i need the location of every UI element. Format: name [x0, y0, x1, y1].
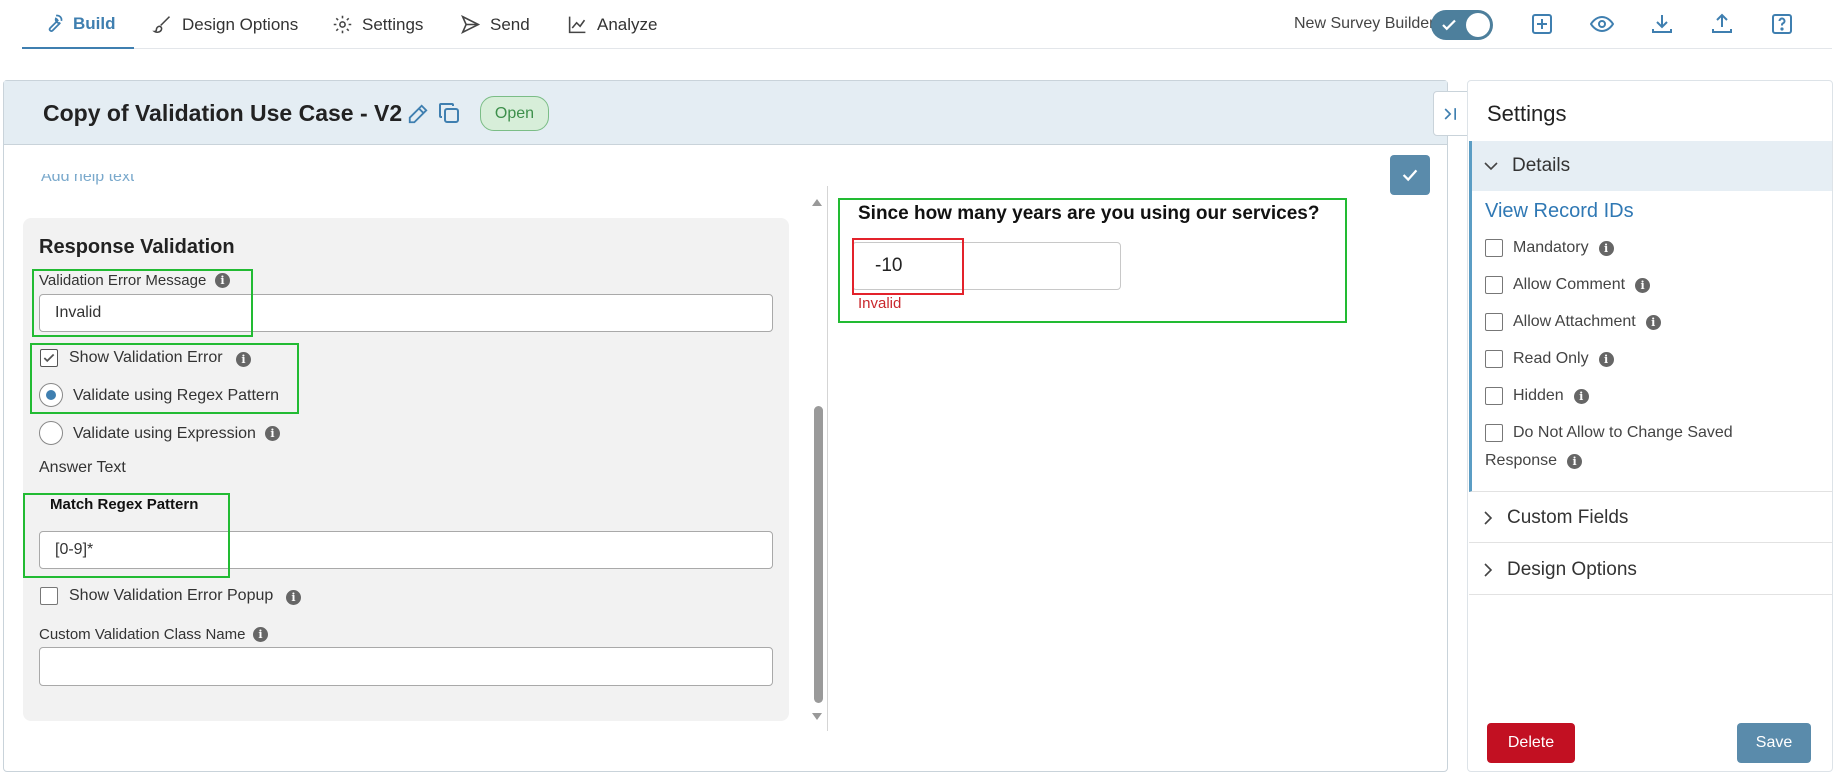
- custom-fields-accordion[interactable]: Custom Fields: [1469, 492, 1832, 543]
- highlight-box: [30, 343, 299, 414]
- option-hidden[interactable]: Hidden i: [1485, 387, 1589, 405]
- expression-option-label: Validate using Expression: [73, 425, 256, 442]
- tab-settings[interactable]: Settings: [332, 0, 423, 49]
- info-icon: i: [1635, 277, 1651, 293]
- option-do-not-allow-change[interactable]: Do Not Allow to Change Saved: [1485, 424, 1733, 442]
- chart-line-icon: [568, 16, 586, 34]
- tab-build-label: Build: [73, 13, 116, 33]
- answer-text-label: Answer Text: [39, 459, 126, 476]
- design-options-label: Design Options: [1507, 559, 1637, 580]
- details-accordion-header[interactable]: Details: [1469, 141, 1832, 191]
- check-icon: [1402, 169, 1418, 182]
- do-not-allow-change-checkbox[interactable]: [1485, 424, 1503, 442]
- info-icon: i: [1598, 240, 1614, 256]
- show-popup-label: Show Validation Error Popup: [69, 587, 274, 604]
- download-icon[interactable]: [1650, 12, 1674, 36]
- tab-send-label: Send: [490, 14, 530, 34]
- info-icon: i: [1598, 351, 1614, 367]
- option-allow-attachment[interactable]: Allow Attachment i: [1485, 313, 1661, 331]
- view-record-ids-link[interactable]: View Record IDs: [1485, 200, 1634, 223]
- option-label: Read Only: [1513, 350, 1589, 367]
- details-accordion-body: [1469, 191, 1832, 492]
- highlight-box: [32, 269, 253, 337]
- tab-analyze-label: Analyze: [597, 14, 658, 34]
- scroll-down-icon[interactable]: [811, 712, 823, 722]
- info-icon: i: [265, 426, 280, 441]
- copy-icon[interactable]: [437, 101, 461, 125]
- add-help-text-link[interactable]: Add help text: [41, 174, 134, 185]
- tab-settings-label: Settings: [362, 14, 424, 34]
- help-icon[interactable]: [1770, 12, 1794, 36]
- info-icon: i: [1573, 388, 1589, 404]
- gear-icon: [333, 15, 352, 34]
- pencil-icon[interactable]: [407, 103, 429, 125]
- status-badge: Open: [480, 96, 549, 131]
- save-button[interactable]: Save: [1737, 723, 1811, 763]
- option-label: Allow Attachment: [1513, 313, 1636, 330]
- panel-divider: [827, 186, 828, 731]
- survey-title: Copy of Validation Use Case - V2: [43, 100, 403, 126]
- tab-design-options[interactable]: Design Options: [152, 0, 298, 49]
- collapse-settings-button[interactable]: [1433, 91, 1468, 136]
- allow-comment-checkbox[interactable]: [1485, 276, 1503, 294]
- collapse-right-icon: [1444, 107, 1456, 120]
- new-survey-builder-label: New Survey Builder: [1294, 15, 1435, 32]
- custom-class-label: Custom Validation Class Name: [39, 626, 246, 643]
- option-label: Hidden: [1513, 387, 1564, 404]
- scrollbar-thumb[interactable]: [814, 406, 823, 703]
- delete-button[interactable]: Delete: [1487, 723, 1575, 763]
- send-icon: [461, 14, 481, 35]
- info-icon: i: [1645, 314, 1661, 330]
- read-only-checkbox[interactable]: [1485, 350, 1503, 368]
- expression-radio[interactable]: [39, 421, 63, 445]
- highlight-box: [838, 198, 1347, 323]
- mandatory-checkbox[interactable]: [1485, 239, 1503, 257]
- custom-class-input[interactable]: [39, 647, 773, 686]
- info-icon: i: [253, 627, 268, 642]
- option-label: Mandatory: [1513, 239, 1589, 256]
- chevron-right-icon: [1484, 563, 1493, 577]
- hidden-checkbox[interactable]: [1485, 387, 1503, 405]
- option-label: Response: [1485, 452, 1558, 469]
- scroll-up-icon[interactable]: [811, 197, 823, 207]
- brush-icon: [152, 16, 171, 34]
- settings-title: Settings: [1487, 101, 1567, 126]
- option-read-only[interactable]: Read Only i: [1485, 350, 1614, 368]
- option-label: Do Not Allow to Change Saved: [1513, 424, 1733, 441]
- help-text-label: Add help text: [41, 174, 135, 185]
- tab-analyze[interactable]: Analyze: [567, 0, 657, 49]
- wrench-icon: [48, 14, 63, 32]
- custom-fields-label: Custom Fields: [1507, 507, 1629, 528]
- show-popup-checkbox[interactable]: [40, 587, 58, 605]
- add-icon[interactable]: [1530, 12, 1554, 36]
- chevron-right-icon: [1484, 511, 1493, 525]
- allow-attachment-checkbox[interactable]: [1485, 313, 1503, 331]
- tab-send[interactable]: Send: [460, 0, 530, 49]
- details-label: Details: [1512, 155, 1571, 176]
- chevron-down-icon: [1484, 162, 1498, 171]
- option-allow-comment[interactable]: Allow Comment i: [1485, 276, 1651, 294]
- design-options-accordion[interactable]: Design Options: [1469, 544, 1832, 595]
- confirm-button[interactable]: [1390, 155, 1430, 195]
- new-survey-builder-toggle[interactable]: [1431, 10, 1493, 40]
- highlight-box: [23, 493, 230, 578]
- response-validation-heading: Response Validation: [39, 236, 235, 258]
- eye-icon[interactable]: [1590, 12, 1614, 36]
- option-do-not-allow-change-line2: Response i: [1485, 452, 1583, 470]
- info-icon: i: [1567, 453, 1583, 469]
- option-label: Allow Comment: [1513, 276, 1626, 293]
- check-icon: [1442, 19, 1456, 31]
- tab-build[interactable]: Build: [22, 0, 134, 49]
- option-mandatory[interactable]: Mandatory i: [1485, 239, 1614, 257]
- info-icon: i: [286, 590, 301, 605]
- upload-icon[interactable]: [1710, 12, 1734, 36]
- tab-design-options-label: Design Options: [182, 14, 299, 34]
- toggle-knob: [1466, 13, 1490, 37]
